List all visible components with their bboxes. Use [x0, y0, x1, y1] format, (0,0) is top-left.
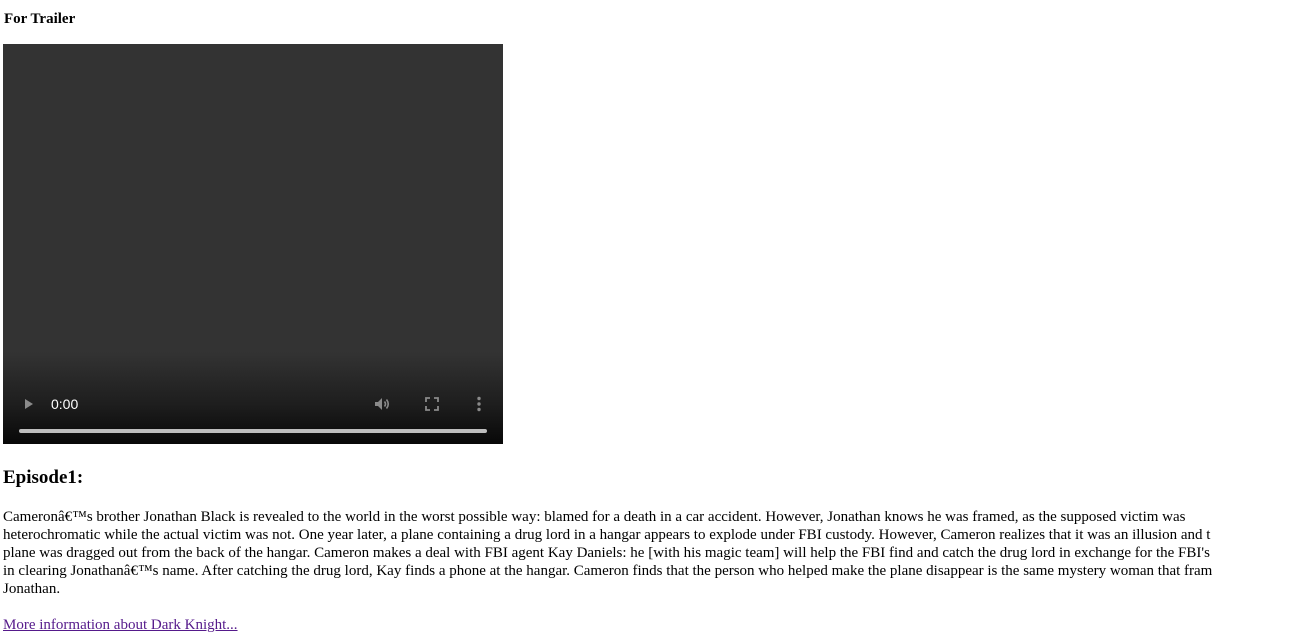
trailer-heading: For Trailer [4, 11, 76, 27]
more-options-icon[interactable] [469, 394, 489, 414]
volume-icon[interactable] [372, 394, 394, 414]
synopsis-line: Jonathan. [3, 581, 61, 597]
progress-bar[interactable] [19, 429, 487, 433]
episode-synopsis: Cameronâ€™s brother Jonathan Black is re… [3, 508, 1292, 598]
synopsis-line: plane was dragged out from the back of t… [3, 545, 1210, 561]
video-controls: 0:00 [3, 354, 503, 444]
video-player[interactable]: 0:00 [3, 44, 503, 444]
more-info-link[interactable]: More information about Dark Knight... [3, 616, 238, 634]
play-icon[interactable] [19, 394, 39, 414]
synopsis-line: in clearing Jonathanâ€™s name. After cat… [3, 563, 1213, 579]
current-time: 0:00 [51, 396, 79, 412]
episode-heading: Episode1: [3, 467, 84, 488]
fullscreen-icon[interactable] [422, 394, 442, 414]
synopsis-line: heterochromatic while the actual victim … [3, 527, 1211, 543]
synopsis-line: Cameronâ€™s brother Jonathan Black is re… [3, 509, 1186, 525]
